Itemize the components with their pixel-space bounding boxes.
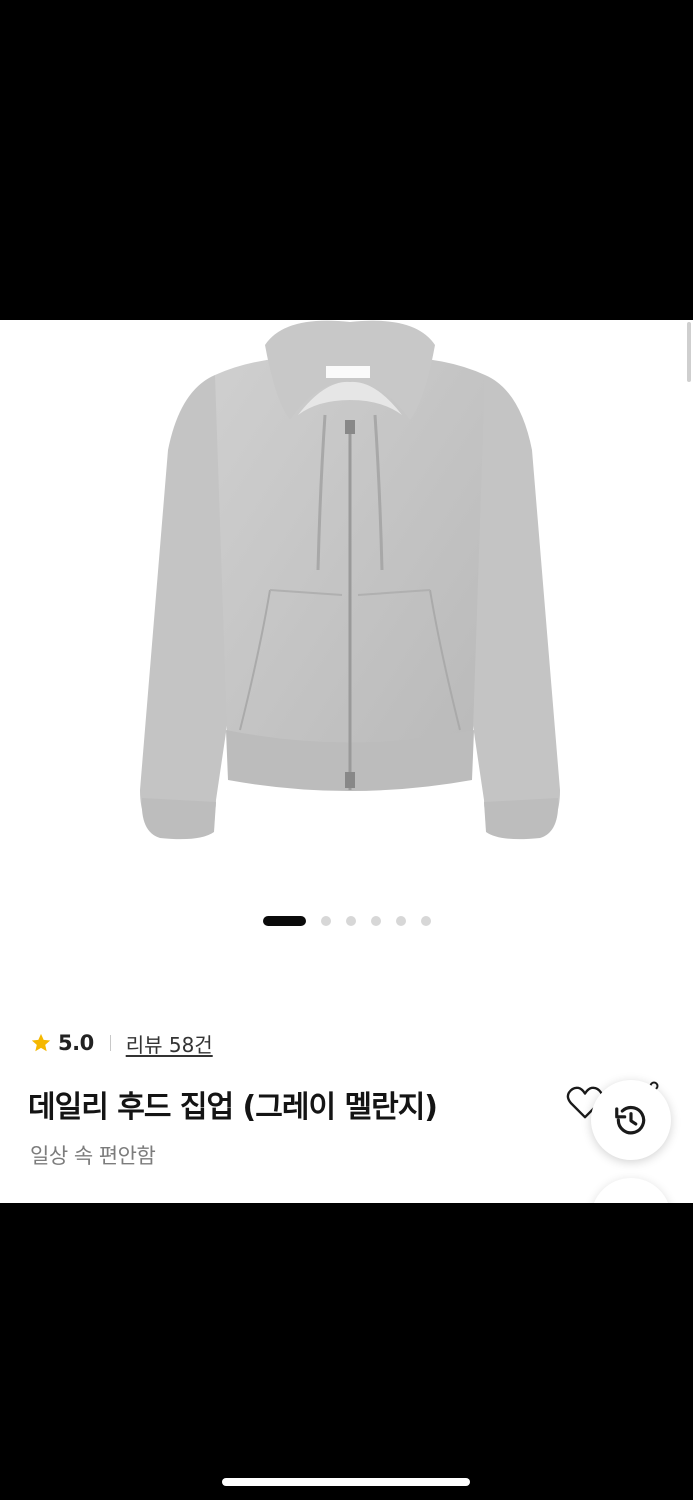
carousel-dot[interactable]: [320, 916, 331, 926]
bottom-letterbox: [0, 1203, 693, 1500]
top-letterbox: [0, 0, 693, 320]
carousel-indicator[interactable]: [0, 916, 693, 926]
carousel-dot[interactable]: [420, 916, 431, 926]
rating-value: 5.0: [58, 1031, 94, 1055]
star-icon: [31, 1033, 51, 1052]
carousel-dot-active[interactable]: [262, 916, 306, 926]
product-title: 데일리 후드 집업 (그레이 멜란지): [28, 1090, 438, 1125]
recent-history-button[interactable]: [591, 1080, 671, 1160]
review-count-link[interactable]: 리뷰 58건: [126, 1029, 213, 1058]
product-detail-page: 5.0 리뷰 58건 데일리 후드 집업 (그레이 멜란지) 일상 속 편안함: [0, 320, 693, 1203]
divider: [109, 1035, 111, 1051]
carousel-dot[interactable]: [370, 916, 381, 926]
home-indicator[interactable]: [222, 1478, 470, 1486]
product-subtitle: 일상 속 편안함: [30, 1144, 156, 1168]
scroll-indicator: [687, 322, 691, 382]
carousel-dot[interactable]: [395, 916, 406, 926]
product-image[interactable]: [120, 320, 580, 880]
floating-action-button[interactable]: [591, 1178, 671, 1203]
history-icon: [615, 1105, 646, 1135]
carousel-dot[interactable]: [345, 916, 356, 926]
app-screen: 5.0 리뷰 58건 데일리 후드 집업 (그레이 멜란지) 일상 속 편안함: [0, 0, 693, 1500]
rating-row: 5.0 리뷰 58건: [30, 1028, 213, 1058]
